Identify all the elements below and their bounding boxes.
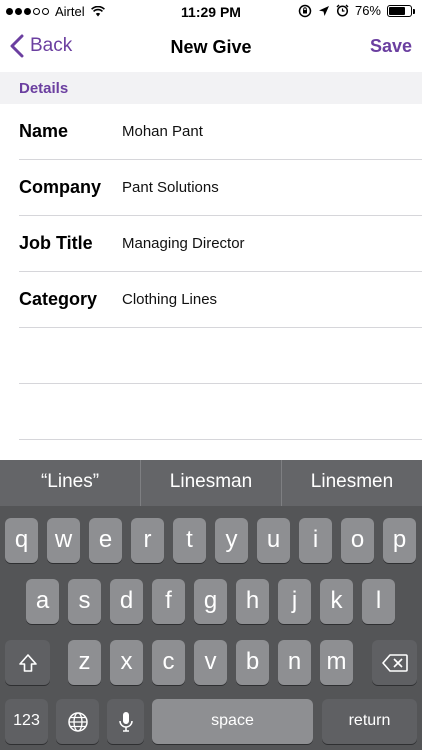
save-button[interactable]: Save [370, 36, 412, 57]
battery-icon [387, 4, 415, 17]
category-label: Category [19, 289, 98, 309]
shift-icon [18, 653, 37, 672]
key-y[interactable]: y [215, 518, 248, 563]
return-key[interactable]: return [322, 699, 417, 744]
shift-key[interactable] [5, 640, 50, 685]
suggestion-3[interactable]: Linesmen [282, 460, 422, 506]
delete-key[interactable] [372, 640, 417, 685]
location-arrow-icon [318, 5, 329, 16]
space-key[interactable]: space [152, 699, 313, 744]
key-s[interactable]: s [68, 579, 101, 624]
key-n[interactable]: n [278, 640, 311, 685]
details-form: Name Mohan Pant Company Pant Solutions J… [0, 104, 422, 440]
alarm-icon [336, 4, 349, 17]
globe-icon [67, 711, 88, 732]
key-m[interactable]: m [320, 640, 353, 685]
page-title: New Give [170, 37, 252, 57]
empty-row [19, 328, 422, 384]
status-bar: Airtel 11:29 PM 76% [0, 0, 422, 24]
key-o[interactable]: o [341, 518, 374, 563]
key-d[interactable]: d [110, 579, 143, 624]
key-e[interactable]: e [89, 518, 122, 563]
keyboard: “Lines” Linesman Linesmen q w e r t y u … [0, 460, 422, 750]
key-u[interactable]: u [257, 518, 290, 563]
key-r[interactable]: r [131, 518, 164, 563]
name-label: Name [19, 121, 69, 141]
microphone-icon [118, 711, 133, 732]
backspace-icon [381, 653, 408, 672]
key-w[interactable]: w [47, 518, 80, 563]
company-field[interactable]: Pant Solutions [122, 179, 219, 196]
key-x[interactable]: x [110, 640, 143, 685]
company-label: Company [19, 177, 102, 197]
status-icons: 76% [298, 3, 415, 18]
dictation-key[interactable] [107, 699, 144, 744]
key-z[interactable]: z [68, 640, 101, 685]
job-title-row[interactable]: Job Title Managing Director [19, 216, 422, 272]
key-j[interactable]: j [278, 579, 311, 624]
name-field[interactable]: Mohan Pant [122, 123, 203, 140]
key-f[interactable]: f [152, 579, 185, 624]
details-section-header: Details [0, 72, 422, 104]
key-a[interactable]: a [26, 579, 59, 624]
battery-percent: 76% [354, 3, 381, 18]
suggestion-2[interactable]: Linesman [141, 460, 282, 506]
empty-row [19, 384, 422, 440]
numbers-key[interactable]: 123 [5, 699, 48, 744]
name-row[interactable]: Name Mohan Pant [19, 104, 422, 160]
section-title: Details [19, 80, 69, 97]
category-field[interactable]: Clothing Lines [122, 291, 217, 308]
category-row[interactable]: Category Clothing Lines [19, 272, 422, 328]
rotation-lock-icon [298, 4, 312, 17]
battery-level [389, 6, 405, 15]
key-b[interactable]: b [236, 640, 269, 685]
company-row[interactable]: Company Pant Solutions [19, 160, 422, 216]
job-title-field[interactable]: Managing Director [122, 235, 245, 252]
key-v[interactable]: v [194, 640, 227, 685]
navigation-bar: Back New Give Save [0, 24, 422, 72]
globe-key[interactable] [56, 699, 99, 744]
predictive-text-bar: “Lines” Linesman Linesmen [0, 460, 422, 506]
key-t[interactable]: t [173, 518, 206, 563]
suggestion-1[interactable]: “Lines” [0, 460, 141, 506]
key-p[interactable]: p [383, 518, 416, 563]
key-k[interactable]: k [320, 579, 353, 624]
key-i[interactable]: i [299, 518, 332, 563]
key-c[interactable]: c [152, 640, 185, 685]
key-h[interactable]: h [236, 579, 269, 624]
key-l[interactable]: l [362, 579, 395, 624]
job-title-label: Job Title [19, 233, 93, 253]
key-q[interactable]: q [5, 518, 38, 563]
key-g[interactable]: g [194, 579, 227, 624]
